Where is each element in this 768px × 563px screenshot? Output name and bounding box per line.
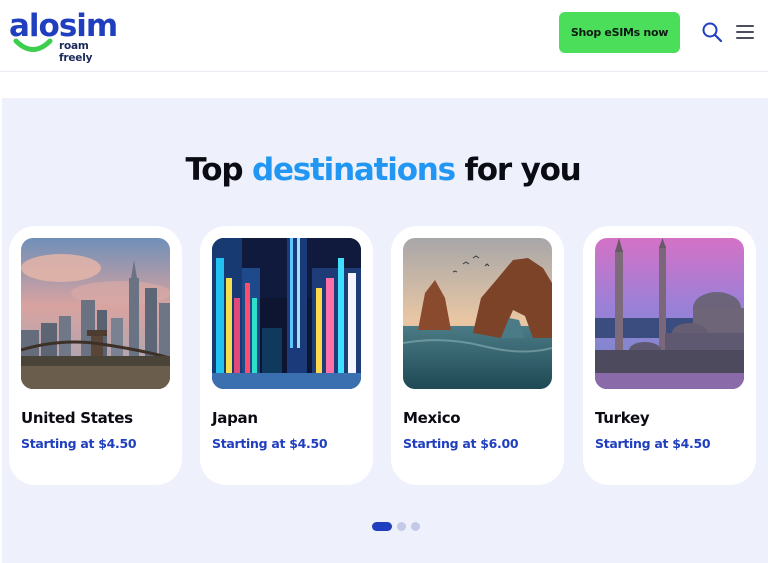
alosim-logo[interactable]: alosim roam freely <box>9 10 121 64</box>
title-part-2: for you <box>454 152 582 188</box>
destination-price: Starting at $6.00 <box>403 436 519 451</box>
destination-name: Mexico <box>403 409 461 427</box>
destination-image <box>21 238 170 389</box>
destination-name: United States <box>21 409 133 427</box>
destination-card-united-states[interactable]: United States Starting at $4.50 <box>9 226 182 485</box>
destination-card-mexico[interactable]: Mexico Starting at $6.00 <box>391 226 564 485</box>
carousel-dot-3[interactable] <box>411 521 420 531</box>
destination-price: Starting at $4.50 <box>595 436 711 451</box>
search-button[interactable] <box>700 20 724 44</box>
logo-smile-icon <box>13 38 53 52</box>
carousel-dot-2[interactable] <box>397 521 406 531</box>
title-part-1: Top <box>185 152 252 188</box>
destination-name: Turkey <box>595 409 650 427</box>
logo-tagline: roam freely <box>59 40 93 64</box>
section-title: Top destinations for you <box>0 152 766 188</box>
destination-image <box>595 238 744 389</box>
destination-price: Starting at $4.50 <box>212 436 328 451</box>
destination-price: Starting at $4.50 <box>21 436 137 451</box>
menu-button[interactable] <box>733 20 757 44</box>
carousel-pagination <box>372 521 420 531</box>
shop-esims-button[interactable]: Shop eSIMs now <box>559 12 680 53</box>
destination-card-turkey[interactable]: Turkey Starting at $4.50 <box>583 226 756 485</box>
title-accent: destinations <box>251 152 456 188</box>
search-icon <box>702 22 723 43</box>
destination-name: Japan <box>212 409 258 427</box>
destination-image <box>212 238 361 389</box>
carousel-dot-1[interactable] <box>372 521 392 531</box>
hamburger-menu-icon <box>736 25 754 39</box>
destination-card-japan[interactable]: Japan Starting at $4.50 <box>200 226 373 485</box>
destination-image <box>403 238 552 389</box>
site-header: alosim roam freely Shop eSIMs now <box>0 0 768 72</box>
